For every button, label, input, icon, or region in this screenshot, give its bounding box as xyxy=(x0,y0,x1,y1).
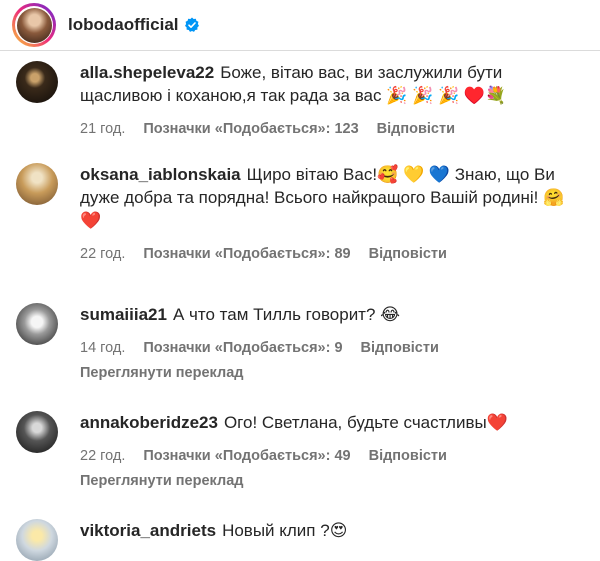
comment-text: alla.shepeleva22 Боже, вітаю вас, ви засл… xyxy=(80,61,584,107)
comment-item: oksana_iablonskaia Щиро вітаю Вас!🥰 💛 💙 З… xyxy=(0,163,600,303)
comment-text: annakoberidze23 Ого! Светлана, будьте сча… xyxy=(80,411,584,434)
comment-time: 22 год. xyxy=(80,246,126,262)
comment-username[interactable]: oksana_iablonskaia xyxy=(80,165,241,184)
reply-button[interactable]: Відповісти xyxy=(361,340,439,356)
comment-text: sumaiiia21 А что там Тилль говорит? 😂 xyxy=(80,303,584,326)
comment-text: viktoria_andriets Новый клип ?😍 xyxy=(80,519,584,542)
likes-count-link[interactable]: Позначки «Подобається»: 123 xyxy=(143,121,358,137)
reply-button[interactable]: Відповісти xyxy=(369,246,447,262)
comment-username[interactable]: viktoria_andriets xyxy=(80,521,216,540)
comment-item: alla.shepeleva22 Боже, вітаю вас, ви засл… xyxy=(0,61,600,163)
comment-item: annakoberidze23 Ого! Светлана, будьте сча… xyxy=(0,411,600,519)
likes-count-link[interactable]: Позначки «Подобається»: 89 xyxy=(143,246,350,262)
commenter-avatar[interactable] xyxy=(16,411,58,453)
comment-body: Ого! Светлана, будьте счастливы❤️ xyxy=(223,413,508,432)
comment-item: sumaiiia21 А что там Тилль говорит? 😂 14 … xyxy=(0,303,600,411)
comment-meta: 22 год. Позначки «Подобається»: 49 Відпо… xyxy=(80,448,584,464)
likes-count-link[interactable]: Позначки «Подобається»: 9 xyxy=(143,340,342,356)
post-header: lobodaofficial xyxy=(0,0,600,51)
comment-time: 21 год. xyxy=(80,121,126,137)
verified-badge-icon xyxy=(184,17,200,33)
comment-item: viktoria_andriets Новый клип ?😍 xyxy=(0,519,600,561)
comment-time: 14 год. xyxy=(80,340,126,356)
header-username[interactable]: lobodaofficial xyxy=(68,15,179,35)
see-translation-link[interactable]: Переглянути переклад xyxy=(80,473,584,489)
comment-username[interactable]: annakoberidze23 xyxy=(80,413,218,432)
reply-button[interactable]: Відповісти xyxy=(377,121,455,137)
likes-count-link[interactable]: Позначки «Подобається»: 49 xyxy=(143,448,350,464)
comment-time: 22 год. xyxy=(80,448,126,464)
comment-meta: 14 год. Позначки «Подобається»: 9 Відпов… xyxy=(80,340,584,356)
comment-text: oksana_iablonskaia Щиро вітаю Вас!🥰 💛 💙 З… xyxy=(80,163,584,232)
commenter-avatar[interactable] xyxy=(16,303,58,345)
profile-avatar[interactable] xyxy=(12,3,56,47)
reply-button[interactable]: Відповісти xyxy=(369,448,447,464)
comment-username[interactable]: alla.shepeleva22 xyxy=(80,63,214,82)
commenter-avatar[interactable] xyxy=(16,61,58,103)
commenter-avatar[interactable] xyxy=(16,163,58,205)
comment-meta: 21 год. Позначки «Подобається»: 123 Відп… xyxy=(80,121,584,137)
comment-body: А что там Тилль говорит? 😂 xyxy=(172,305,401,324)
comment-meta: 22 год. Позначки «Подобається»: 89 Відпо… xyxy=(80,246,584,262)
comments-list: alla.shepeleva22 Боже, вітаю вас, ви засл… xyxy=(0,51,600,561)
commenter-avatar[interactable] xyxy=(16,519,58,561)
comment-username[interactable]: sumaiiia21 xyxy=(80,305,167,324)
comment-body: Новый клип ?😍 xyxy=(222,521,348,540)
see-translation-link[interactable]: Переглянути переклад xyxy=(80,365,584,381)
